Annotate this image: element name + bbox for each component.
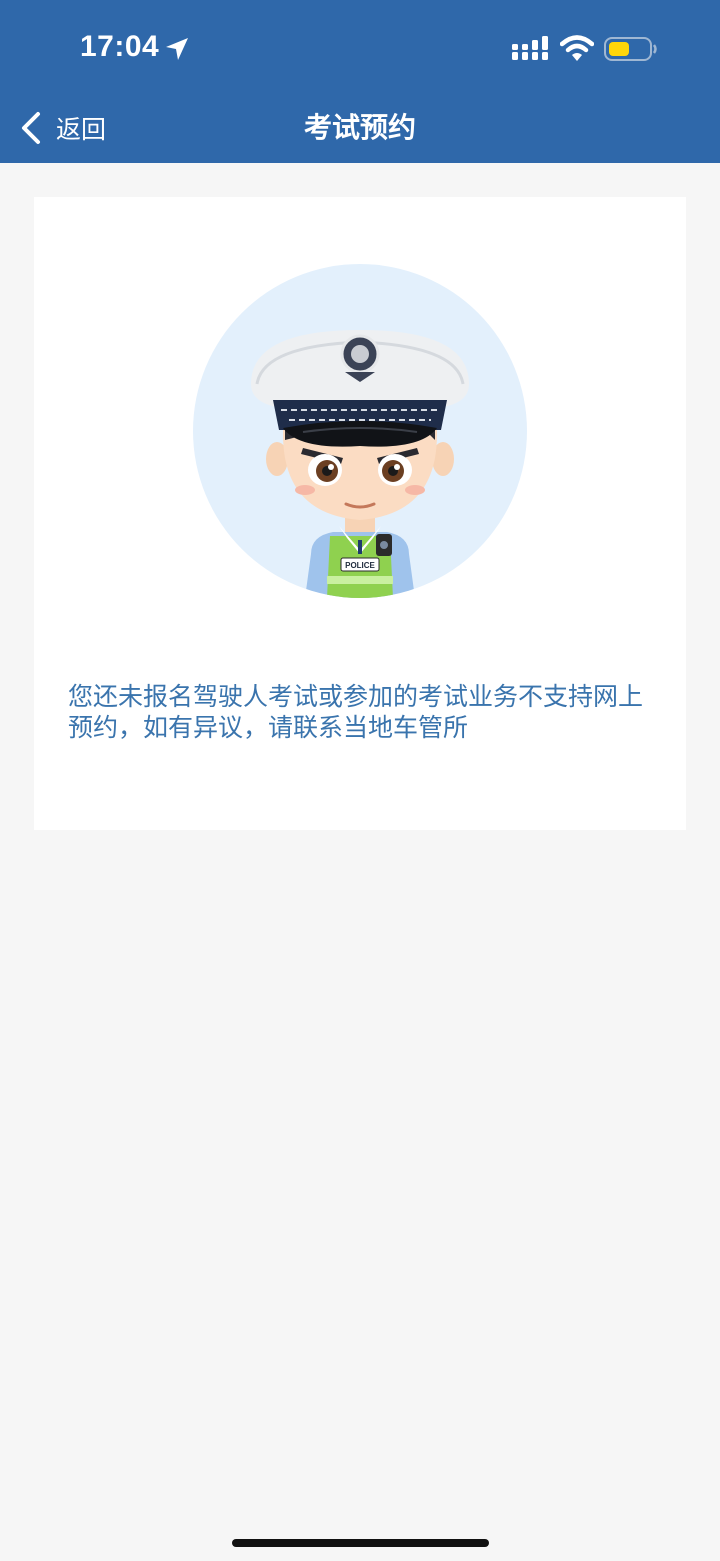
cellular-signal-icon [512,36,548,60]
traffic-police-avatar: POLICE [193,264,527,598]
chevron-left-icon [22,112,40,144]
notice-card: POLICE 您还未报名驾驶人考试或参加的考试业务不支持网上预约，如有异议，请联… [34,197,686,830]
status-time: 17:04 [80,30,160,63]
back-label: 返回 [56,115,107,144]
back-button[interactable]: 返回 [18,108,106,148]
police-badge-text: POLICE [345,561,375,570]
home-indicator[interactable] [232,1539,489,1547]
page-title: 考试预约 [303,111,416,144]
wifi-icon [560,35,594,61]
battery-icon [604,37,657,61]
nav-header: 17:04 返回 考试预约 [0,0,720,163]
location-arrow-icon [166,38,188,60]
no-registration-message: 您还未报名驾驶人考试或参加的考试业务不支持网上预约，如有异议，请联系当地车管所 [68,682,644,742]
